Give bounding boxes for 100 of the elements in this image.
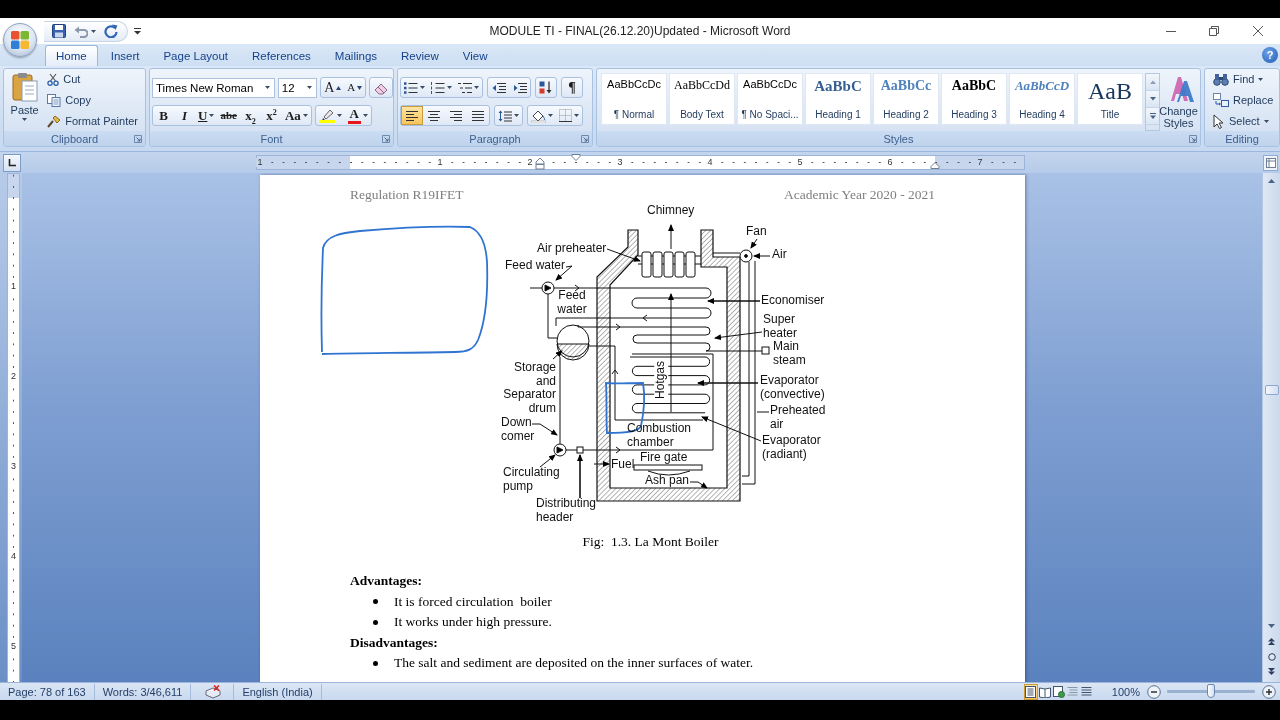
tab-selector[interactable]: [3, 153, 21, 172]
subscript-button[interactable]: x$_{2}$: [239, 106, 261, 125]
style-name: Heading 4: [1019, 109, 1065, 120]
caret-icon: [1263, 119, 1269, 123]
ribbon-tab[interactable]: Mailings: [323, 45, 389, 66]
change-case-button[interactable]: Aa: [281, 106, 311, 125]
select-button[interactable]: Select: [1210, 111, 1279, 131]
sort-button[interactable]: [535, 77, 557, 98]
vertical-ruler[interactable]: 1 2 3 4 5: [7, 173, 20, 682]
page-count[interactable]: Page: 78 of 163: [0, 685, 94, 698]
outline-icon: [1067, 686, 1079, 697]
borders-button[interactable]: [556, 106, 582, 125]
group-label: Editing: [1225, 132, 1259, 145]
view-ruler-button[interactable]: [1263, 154, 1278, 171]
diagram-label: Fan: [746, 225, 767, 239]
style-preview: AaBbCcDc: [743, 79, 797, 91]
diagram-label: Fuel: [611, 458, 635, 472]
ruler-number: 2: [526, 158, 534, 167]
style-preview: AaB: [1088, 79, 1132, 105]
save-button[interactable]: [50, 22, 68, 40]
caret-icon: [548, 114, 553, 117]
font-color-button[interactable]: A: [344, 106, 371, 125]
ruler-number: 7: [976, 158, 984, 167]
paintbrush-icon: [47, 114, 62, 128]
clipboard-icon: [11, 72, 38, 102]
ribbon-tab[interactable]: Review: [390, 45, 450, 66]
list-item-text: It is forced circulation boiler: [394, 592, 552, 611]
slider-thumb[interactable]: [1207, 684, 1215, 698]
ribbon-tab[interactable]: View: [451, 45, 499, 66]
diagram-label: Storage and Separator drum: [503, 361, 556, 416]
zoom-out-button[interactable]: [1146, 684, 1161, 699]
numbered-list-icon: [431, 81, 445, 94]
strikethrough-button[interactable]: abe: [217, 106, 240, 125]
line-spacing-button[interactable]: [494, 105, 523, 126]
style-tile[interactable]: AaBbC Heading 3: [941, 73, 1007, 125]
caret-icon: [362, 114, 368, 117]
style-tile[interactable]: AaBbCcDc ¶ Normal: [601, 73, 667, 125]
show-marks-button[interactable]: ¶: [561, 77, 583, 98]
ruler-number: 1: [11, 280, 16, 292]
style-tile[interactable]: AaBbCcD Heading 4: [1009, 73, 1075, 125]
ruler-number: 5: [796, 158, 804, 167]
style-tile[interactable]: AaB Title: [1077, 73, 1143, 125]
group-label: Font: [260, 132, 283, 145]
shrink-font-button[interactable]: A: [344, 78, 366, 97]
change-styles-button[interactable]: Change Styles: [1162, 73, 1200, 131]
style-preview: AaBbCcDc: [607, 79, 661, 91]
binoculars-icon: [1213, 72, 1229, 86]
gallery-more-button[interactable]: [1146, 108, 1159, 125]
figure-caption: Fig: 1.3. La Mont Boiler: [582, 534, 719, 550]
grow-font-button[interactable]: A: [321, 78, 345, 97]
word-count[interactable]: Words: 3/46,611: [94, 685, 191, 698]
tab-stop-icon: [8, 158, 16, 167]
gallery-down-button[interactable]: [1146, 91, 1159, 108]
style-tile[interactable]: AaBbCcDc ¶ No Spaci...: [737, 73, 803, 125]
horizontal-ruler[interactable]: 1 1 2 3 4 5 6 7: [256, 155, 1025, 170]
dialog-launcher-icon: [581, 134, 589, 143]
caret-icon: [514, 114, 519, 117]
bulleted-list-icon: [404, 81, 418, 94]
caret-icon: [22, 118, 28, 121]
language-status[interactable]: English (India): [234, 685, 321, 698]
double-chevron-up-icon: [1268, 638, 1275, 645]
ribbon-tab[interactable]: Insert: [99, 45, 151, 66]
ribbon-tab[interactable]: Page Layout: [152, 45, 240, 66]
zoom-in-button[interactable]: [1261, 684, 1276, 699]
style-name: ¶ No Spaci...: [741, 109, 799, 120]
dialog-launcher-icon: [1189, 134, 1197, 143]
copy-button[interactable]: Copy: [44, 90, 141, 110]
superscript-button[interactable]: x$^{2}$: [260, 106, 282, 125]
align-left-button[interactable]: [401, 106, 423, 125]
repeat-button[interactable]: [102, 22, 120, 40]
chevron-down-icon: [1268, 624, 1275, 628]
right-indent-icon: [930, 161, 940, 169]
plus-circle-icon: [1261, 684, 1276, 699]
ruler-number: 3: [11, 460, 16, 472]
section-heading: Advantages:: [350, 572, 422, 590]
style-tile[interactable]: AaBbCc Heading 2: [873, 73, 939, 125]
underline-button[interactable]: U: [195, 106, 218, 125]
caret-icon: [420, 86, 425, 89]
font-size-field[interactable]: 12: [277, 77, 318, 98]
undo-arrow-icon: [74, 24, 88, 38]
ribbon-tab[interactable]: References: [241, 45, 322, 66]
print-layout-view-button[interactable]: [1023, 683, 1038, 700]
bold-button[interactable]: B: [153, 106, 174, 125]
diagram-label: Evaporator (convective): [760, 374, 825, 402]
italic-button[interactable]: I: [174, 106, 195, 125]
web-layout-view-button[interactable]: [1051, 683, 1066, 700]
format-painter-button[interactable]: Format Painter: [44, 111, 141, 131]
cut-button[interactable]: Cut: [44, 69, 141, 89]
font-name-field[interactable]: Times New Roman: [152, 77, 275, 98]
zoom-level[interactable]: 100%: [1111, 685, 1140, 698]
clear-formatting-button[interactable]: [369, 77, 393, 98]
style-tile[interactable]: AaBbC Heading 1: [805, 73, 871, 125]
diagram-label: Hotgas: [654, 360, 668, 400]
style-preview: AaBbCcDd: [674, 79, 730, 92]
replace-button[interactable]: Replace: [1210, 90, 1279, 110]
ribbon-tab[interactable]: Home: [45, 45, 98, 66]
style-tile[interactable]: AaBbCcDd Body Text: [669, 73, 735, 125]
scroll-thumb[interactable]: [1264, 385, 1279, 395]
find-button[interactable]: Find: [1210, 69, 1279, 89]
paste-button[interactable]: Paste: [10, 69, 40, 131]
